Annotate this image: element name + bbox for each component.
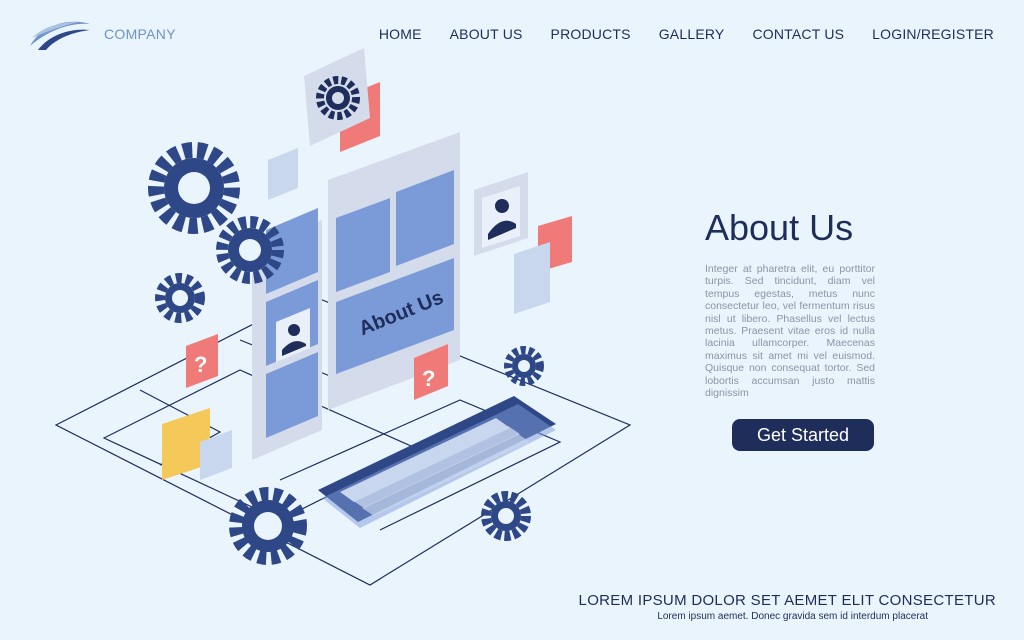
svg-text:?: ? (422, 366, 435, 391)
nav-login-register[interactable]: LOGIN/REGISTER (872, 26, 994, 42)
about-description: Integer at pharetra elit, eu porttitor t… (705, 263, 875, 400)
footer-heading: LOREM IPSUM DOLOR SET AEMET ELIT CONSECT… (578, 592, 996, 609)
gear-icon (148, 142, 240, 234)
gear-icon (155, 273, 205, 323)
chat-card (162, 408, 232, 480)
footer-subtext: Lorem ipsum aemet. Donec gravida sem id … (657, 611, 928, 622)
svg-text:?: ? (194, 352, 207, 377)
about-us-illustration: About Us ? ? (54, 48, 632, 586)
question-icon: ? (186, 334, 218, 388)
get-started-button[interactable]: Get Started (732, 419, 874, 451)
nav-gallery[interactable]: GALLERY (659, 26, 725, 42)
gear-icon (481, 491, 531, 541)
nav-contact-us[interactable]: CONTACT US (752, 26, 844, 42)
gear-card-top (304, 48, 380, 152)
page-title: About Us (705, 207, 854, 248)
user-card-right (474, 172, 572, 314)
